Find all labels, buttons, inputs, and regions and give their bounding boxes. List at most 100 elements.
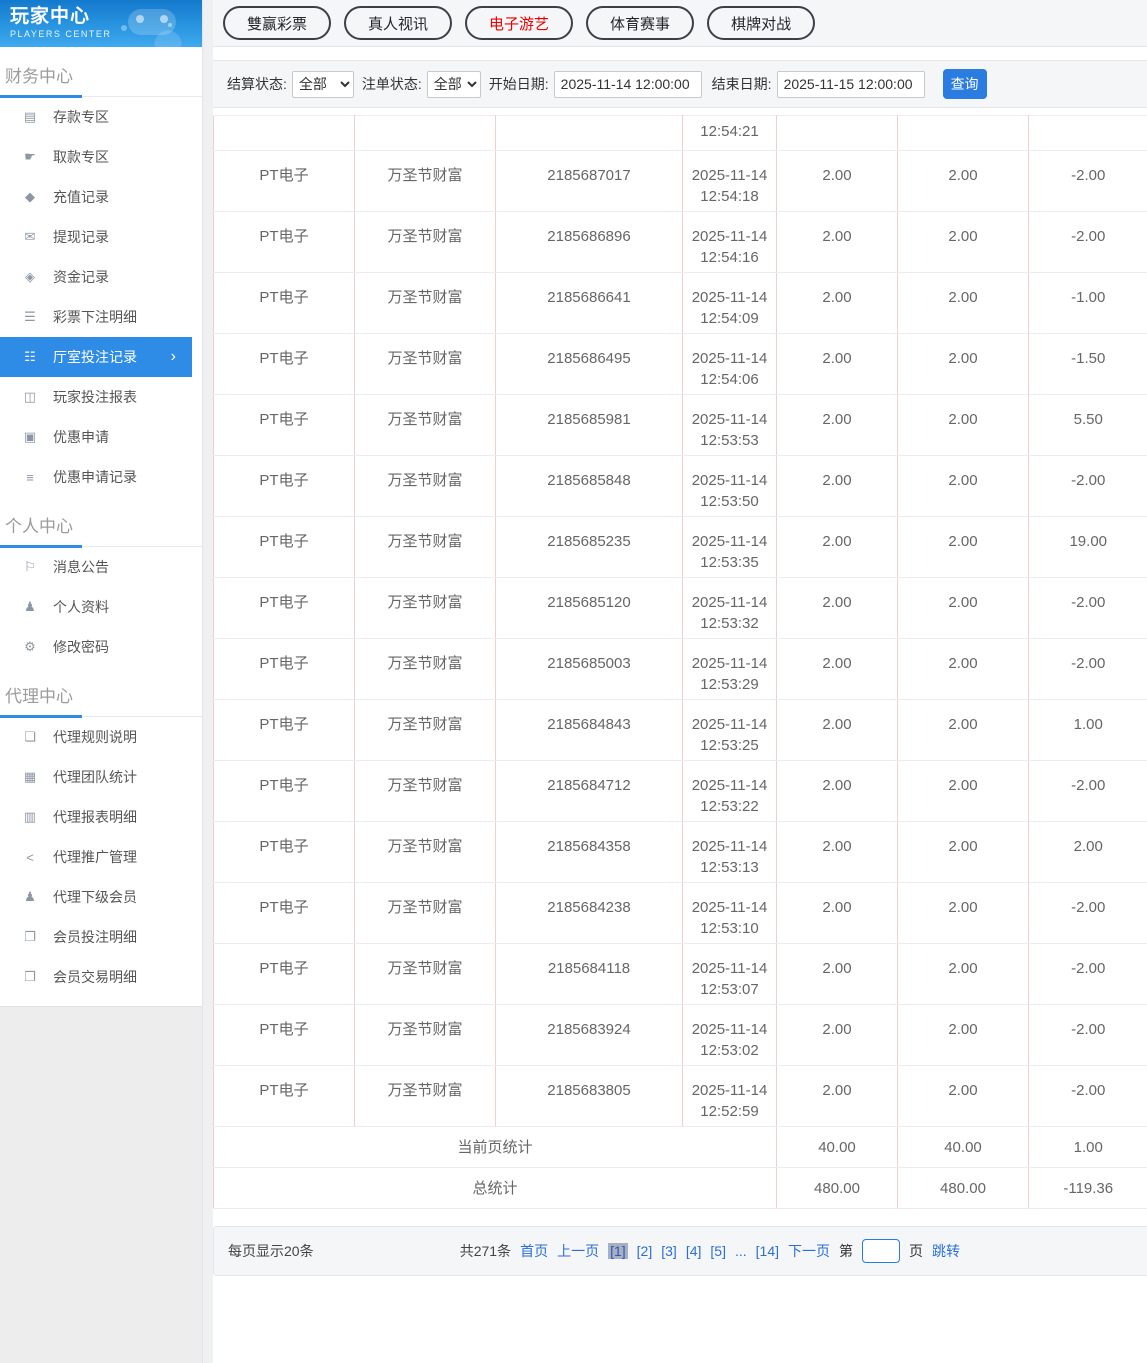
cell-result: -2.00 xyxy=(1028,1004,1147,1066)
page-link[interactable]: [2] xyxy=(637,1243,653,1259)
sidebar-item[interactable]: ♟ 个人资料 xyxy=(0,587,202,627)
cell-datetime: 12:54:21 xyxy=(682,115,777,151)
section-header: 代理中心 xyxy=(0,676,202,718)
sidebar-item[interactable]: < 代理推广管理 xyxy=(0,837,202,877)
order-status-select[interactable]: 全部 xyxy=(426,70,481,98)
cell-result xyxy=(1028,115,1147,151)
tab-1[interactable]: 雙赢彩票 xyxy=(223,6,332,40)
sidebar-item[interactable]: ▣ 优惠申请 xyxy=(0,417,202,457)
sidebar-item-label: 优惠申请 xyxy=(53,429,109,445)
cell-result: -2.00 xyxy=(1028,211,1147,273)
tab-4[interactable]: 体育赛事 xyxy=(586,6,695,40)
table-row: PT电子 万圣节财富 2185685003 2025-11-14 12:53:29 2.0… xyxy=(213,638,1147,700)
table-row: PT电子 万圣节财富 2185684238 2025-11-14 12:53:10 2.0… xyxy=(213,882,1147,944)
next-page-link[interactable]: 下一页 xyxy=(788,1241,830,1261)
cell-order: 2185686641 xyxy=(495,272,683,334)
query-button[interactable]: 查询 xyxy=(942,69,987,99)
sidebar-item-label: 代理规则说明 xyxy=(53,729,137,745)
sidebar-item[interactable]: ❒ 会员交易明细 xyxy=(0,957,202,997)
sidebar-item[interactable]: ▦ 代理团队统计 xyxy=(0,757,202,797)
cell-bet: 2.00 xyxy=(776,943,898,1005)
jump-prefix-label: 第 xyxy=(839,1243,853,1259)
sidebar-item[interactable]: ☰ 彩票下注明细 xyxy=(0,297,202,337)
sidebar-item[interactable]: ❏ 代理规则说明 xyxy=(0,717,202,757)
total-count: 共271条 xyxy=(459,1243,512,1259)
cell-result: 1.00 xyxy=(1028,699,1147,761)
table-row: PT电子 万圣节财富 2185684358 2025-11-14 12:53:13 2.0… xyxy=(213,821,1147,883)
sidebar-item[interactable]: ◆ 充值记录 xyxy=(0,177,202,217)
page-link[interactable]: [3] xyxy=(661,1243,677,1259)
jump-page-input[interactable] xyxy=(862,1239,900,1263)
cell-order: 2185683924 xyxy=(495,1004,683,1066)
team-stats-icon: ▦ xyxy=(23,769,37,784)
sidebar-item[interactable]: ▥ 代理报表明细 xyxy=(0,797,202,837)
cell-order: 2185684118 xyxy=(495,943,683,1005)
sidebar-item[interactable]: ◈ 资金记录 xyxy=(0,257,202,297)
prev-page-link[interactable]: 上一页 xyxy=(557,1241,599,1261)
cell-result: -1.00 xyxy=(1028,272,1147,334)
sidebar-header: 玩家中心 PLAYERS CENTER xyxy=(0,0,202,47)
cell-result: -1.50 xyxy=(1028,333,1147,395)
sidebar-item[interactable]: ◫ 玩家投注报表 xyxy=(0,377,202,417)
bet-records-table: 12:54:21 PT电子 万圣节财富 2185687017 2025-11-14 12… xyxy=(213,115,1147,1209)
sidebar-sections: 财务中心 ▤ 存款专区 ☛ 取款专区 ◆ 充值记录 ✉ 提现记录 ◈ 资金记录 ☰ 彩票下注明细 ☷ 厅室投… xyxy=(0,47,202,997)
cell-datetime: 2025-11-14 12:53:53 xyxy=(682,394,777,456)
cell-valid: 2.00 xyxy=(897,150,1029,212)
sidebar-item[interactable]: ❐ 会员投注明细 xyxy=(0,917,202,957)
promo-apply-record-icon: ≡ xyxy=(26,469,34,485)
sidebar-item[interactable]: ♟ 代理下级会员 xyxy=(0,877,202,917)
tab-5[interactable]: 棋牌对战 xyxy=(707,6,816,40)
sidebar-item-label: 厅室投注记录 xyxy=(53,349,137,365)
cell-valid: 2.00 xyxy=(897,760,1029,822)
end-date-label: 结束日期: xyxy=(711,76,772,92)
cell-datetime: 2025-11-14 12:54:06 xyxy=(682,333,777,395)
start-date-input[interactable] xyxy=(553,70,702,98)
cell-bet: 2.00 xyxy=(776,333,898,395)
sidebar-item[interactable]: ☛ 取款专区 xyxy=(0,137,202,177)
last-page-link[interactable]: [14] xyxy=(756,1243,779,1259)
end-date-input[interactable] xyxy=(776,70,925,98)
sidebar-item-label: 资金记录 xyxy=(53,269,109,285)
settle-status-select[interactable]: 全部 xyxy=(291,70,354,98)
sidebar-item-label: 修改密码 xyxy=(53,639,109,655)
cell-order xyxy=(495,115,683,151)
cell-hall: PT电子 xyxy=(213,638,355,700)
sidebar-item[interactable]: ✉ 提现记录 xyxy=(0,217,202,257)
member-bet-icon: ❐ xyxy=(24,929,36,944)
cell-result: -2.00 xyxy=(1028,150,1147,212)
bell-icon: ⚐ xyxy=(24,559,36,574)
tab-3[interactable]: 电子游艺 xyxy=(465,6,574,40)
cell-order: 2185685848 xyxy=(495,455,683,517)
cell-valid: 2.00 xyxy=(897,577,1029,639)
page-link[interactable]: [5] xyxy=(710,1243,726,1259)
cell-game: 万圣节财富 xyxy=(354,150,496,212)
page-link[interactable]: [4] xyxy=(686,1243,702,1259)
table-row: PT电子 万圣节财富 2185685981 2025-11-14 12:53:53 2.0… xyxy=(213,394,1147,456)
cell-datetime: 2025-11-14 12:53:35 xyxy=(682,516,777,578)
sidebar-item-label: 消息公告 xyxy=(53,559,109,575)
cell-hall xyxy=(213,115,355,151)
cell-game: 万圣节财富 xyxy=(354,638,496,700)
cell-result: 5.50 xyxy=(1028,394,1147,456)
sidebar-item[interactable]: ▤ 存款专区 xyxy=(0,97,202,137)
bottom-area xyxy=(213,1276,1147,1363)
jump-button[interactable]: 跳转 xyxy=(932,1241,960,1261)
sidebar-item[interactable]: ⚐ 消息公告 xyxy=(0,547,202,587)
cell-datetime: 2025-11-14 12:53:07 xyxy=(682,943,777,1005)
first-page-link[interactable]: 首页 xyxy=(520,1241,548,1261)
page-stats-bet: 40.00 xyxy=(776,1126,898,1168)
page-link-current[interactable]: [1] xyxy=(608,1243,628,1259)
cell-result: -2.00 xyxy=(1028,455,1147,517)
cell-order: 2185683805 xyxy=(495,1065,683,1127)
sidebar-item[interactable]: ≡ 优惠申请记录 xyxy=(0,457,202,497)
sidebar-item[interactable]: ⚙ 修改密码 xyxy=(0,627,202,667)
cell-valid: 2.00 xyxy=(897,211,1029,273)
tab-2[interactable]: 真人视讯 xyxy=(344,6,453,40)
tab-bar: 雙赢彩票 真人视讯 电子游艺 体育赛事 棋牌对战 xyxy=(213,0,1147,47)
sidebar-item[interactable]: ☷ 厅室投注记录 › xyxy=(0,337,192,377)
chevron-right-icon: › xyxy=(170,348,176,365)
cell-datetime: 2025-11-14 12:53:32 xyxy=(682,577,777,639)
cell-game: 万圣节财富 xyxy=(354,1065,496,1127)
cell-result: -2.00 xyxy=(1028,638,1147,700)
